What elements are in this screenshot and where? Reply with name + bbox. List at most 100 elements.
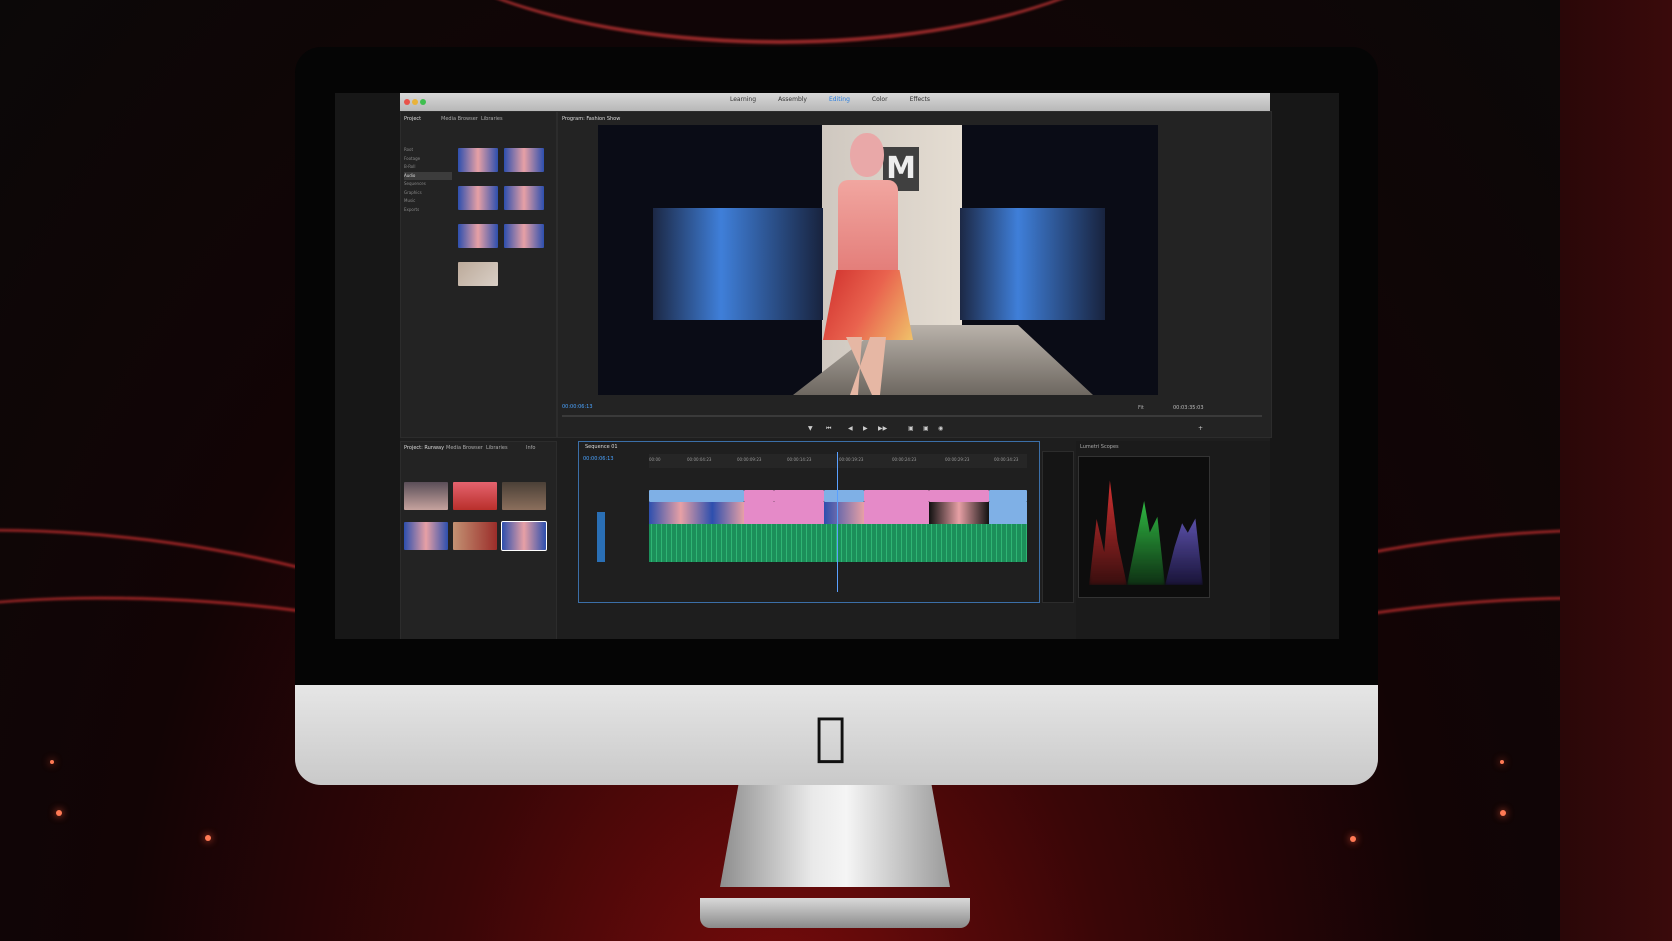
playhead[interactable] (837, 452, 838, 592)
close-icon[interactable] (404, 99, 410, 105)
bin-item[interactable]: Sequences (404, 180, 452, 189)
green-waveform (1127, 501, 1165, 585)
clip-thumbnail[interactable] (504, 148, 544, 172)
project-panel: Project Media Browser Libraries Root Foo… (400, 111, 557, 438)
scopes-title: Lumetri Scopes (1080, 444, 1119, 450)
ruler-tick: 00:00:14:23 (787, 457, 812, 462)
video-thumbstrip[interactable] (824, 502, 864, 524)
audio-meters (1042, 451, 1074, 603)
spark (205, 835, 211, 841)
track-target-v1[interactable] (597, 512, 605, 562)
bin-item[interactable]: Root (404, 146, 452, 155)
tab-libraries[interactable]: Libraries (481, 116, 503, 122)
mark-in-icon[interactable]: ▼ (808, 425, 813, 432)
model-top (838, 180, 898, 275)
step-back-icon[interactable]: ⏮ (826, 425, 831, 433)
clip-thumbnail[interactable] (458, 262, 498, 286)
ruler-tick: 00:00 (649, 457, 661, 462)
maximize-icon[interactable] (420, 99, 426, 105)
video-clip[interactable] (744, 490, 774, 502)
spark (1350, 836, 1356, 842)
media-thumbnail[interactable] (404, 482, 448, 510)
forward-icon[interactable]: ▶▶ (878, 425, 887, 432)
tab-media-browser-2[interactable]: Media Browser (446, 445, 483, 451)
tab-media-browser[interactable]: Media Browser (441, 116, 478, 122)
program-video-frame[interactable]: M (598, 125, 1158, 395)
video-clip[interactable] (824, 490, 864, 502)
tab-libraries-2[interactable]: Libraries (486, 445, 508, 451)
ruler-tick: 00:00:34:23 (994, 457, 1019, 462)
video-thumbstrip[interactable] (989, 502, 1027, 524)
ruler-tick: 00:00:19:23 (839, 457, 864, 462)
spark (1500, 810, 1506, 816)
spark (1500, 760, 1504, 764)
add-button-icon[interactable]: + (1198, 425, 1203, 432)
video-clip[interactable] (929, 490, 989, 502)
clip-thumbnail[interactable] (458, 148, 498, 172)
media-thumbnail[interactable] (404, 522, 448, 550)
program-monitor-title: Program: Fashion Show (562, 116, 621, 122)
video-clip[interactable] (864, 490, 929, 502)
backdrop-screen-left (653, 208, 823, 320)
insert-icon[interactable]: ▣ (908, 425, 914, 432)
media-thumbnail[interactable] (453, 522, 497, 550)
ruler-tick: 00:00:09:23 (737, 457, 762, 462)
monitor-foot (700, 898, 970, 928)
tab-learning[interactable]: Learning (730, 96, 756, 103)
blue-waveform (1165, 518, 1203, 585)
sequence-timecode[interactable]: 00:00:06:13 (583, 456, 614, 462)
screen: Learning Assembly Editing Color Effects … (335, 93, 1339, 639)
play-icon[interactable]: ▶ (863, 425, 868, 432)
media-panel: Project: Runway Media Browser Libraries … (400, 441, 557, 639)
ruler-tick: 00:00:29:23 (945, 457, 970, 462)
tab-project[interactable]: Project (404, 116, 421, 122)
bin-item[interactable]: Footage (404, 155, 452, 164)
media-thumbnail[interactable] (502, 482, 546, 510)
scrub-bar[interactable] (562, 415, 1262, 417)
bin-item[interactable]: B-Roll (404, 163, 452, 172)
bin-item[interactable]: Exports (404, 206, 452, 215)
ruler-tick: 00:00:24:23 (892, 457, 917, 462)
export-frame-icon[interactable]: ◉ (938, 425, 943, 432)
video-clip[interactable] (774, 490, 824, 502)
timeline-ruler[interactable]: 00:00 00:00:04:23 00:00:09:23 00:00:14:2… (649, 454, 1027, 468)
zoom-select[interactable]: Fit (1138, 405, 1144, 411)
video-thumbstrip[interactable] (929, 502, 989, 524)
rewind-icon[interactable]: ◀ (848, 425, 853, 432)
tab-editing[interactable]: Editing (829, 96, 850, 103)
minimize-icon[interactable] (412, 99, 418, 105)
tab-assembly[interactable]: Assembly (778, 96, 807, 103)
red-waveform (1089, 480, 1127, 585)
rgb-parade-scope (1078, 456, 1210, 598)
clip-thumbnail[interactable] (458, 224, 498, 248)
backdrop-screen-right (960, 208, 1105, 320)
media-thumbnail-selected[interactable] (501, 521, 547, 551)
video-clip[interactable] (989, 490, 1027, 502)
bin-item[interactable]: Music (404, 197, 452, 206)
video-thumbstrip[interactable] (744, 502, 824, 524)
overwrite-icon[interactable]: ▣ (923, 425, 929, 432)
video-thumbstrip[interactable] (864, 502, 929, 524)
audio-track-waveform[interactable] (649, 524, 1027, 562)
timeline-panel: Sequence 01 00:00:06:13 00:00 00:00:04:2… (578, 441, 1040, 603)
tab-project-runway[interactable]: Project: Runway (404, 445, 444, 451)
workspace-tabs: Learning Assembly Editing Color Effects (730, 96, 930, 103)
clip-thumbnail[interactable] (458, 186, 498, 210)
sequence-title[interactable]: Sequence 01 (585, 444, 618, 450)
tab-info[interactable]: Info (526, 445, 535, 451)
light-wave (380, 0, 1180, 44)
bin-item[interactable]: Audio (404, 171, 452, 180)
duration-timecode: 00:03:35:03 (1173, 405, 1204, 411)
premiere-app: Project Media Browser Libraries Root Foo… (400, 111, 1272, 639)
model-head (850, 133, 884, 177)
clip-thumbnail[interactable] (504, 186, 544, 210)
tab-effects[interactable]: Effects (910, 96, 930, 103)
model-skirt (823, 270, 913, 340)
clip-thumbnail[interactable] (504, 224, 544, 248)
media-thumbnail[interactable] (453, 482, 497, 510)
program-timecode[interactable]: 00:00:06:13 (562, 404, 593, 410)
video-clip[interactable] (649, 490, 744, 502)
video-thumbstrip[interactable] (649, 502, 744, 524)
tab-color[interactable]: Color (872, 96, 888, 103)
bin-item[interactable]: Graphics (404, 189, 452, 198)
